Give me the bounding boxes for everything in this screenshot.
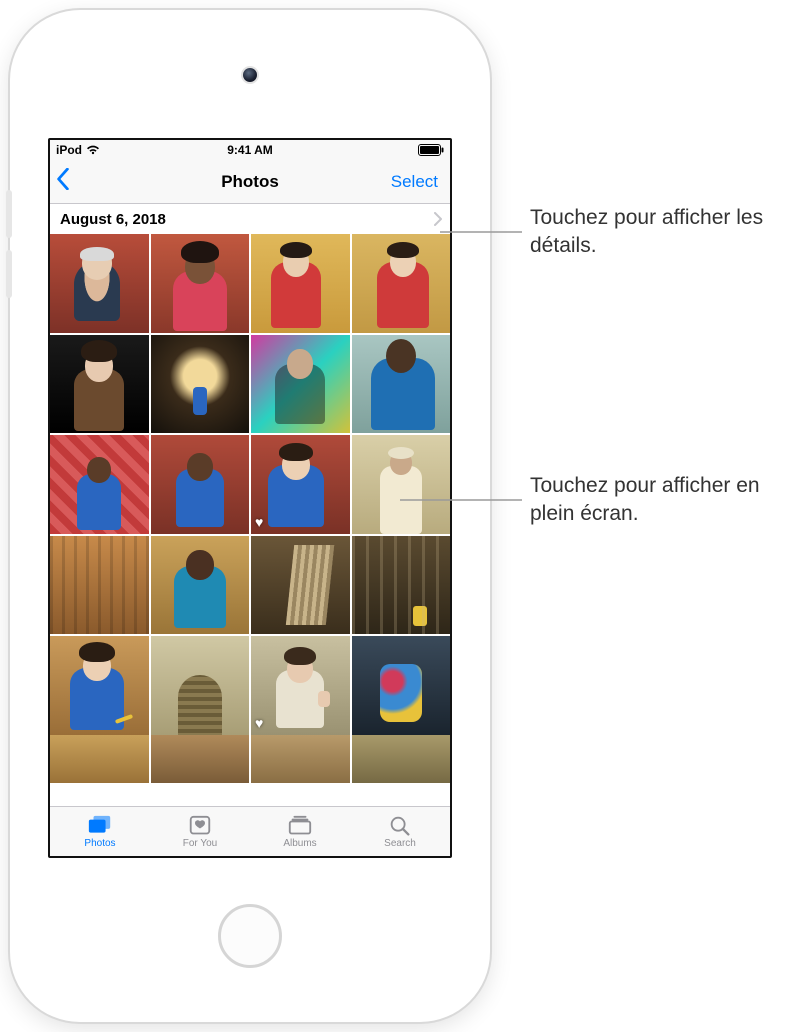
device-bezel-bottom xyxy=(10,858,490,1022)
photo-thumbnail[interactable] xyxy=(352,735,451,783)
photo-thumbnail[interactable] xyxy=(251,536,350,635)
photo-thumbnail[interactable] xyxy=(251,735,350,783)
volume-up-button xyxy=(6,190,12,238)
heart-icon: ♥ xyxy=(255,715,263,731)
tab-label: For You xyxy=(183,838,217,849)
photo-thumbnail[interactable] xyxy=(352,234,451,333)
photo-thumbnail[interactable] xyxy=(352,435,451,534)
status-bar: iPod 9:41 AM xyxy=(50,140,450,160)
tab-photos[interactable]: Photos xyxy=(50,807,150,856)
photo-grid-partial xyxy=(50,735,450,783)
nav-bar: Photos Select xyxy=(50,160,450,204)
photo-thumbnail[interactable] xyxy=(50,536,149,635)
photo-thumbnail[interactable] xyxy=(50,435,149,534)
photo-thumbnail[interactable]: ♥ xyxy=(251,435,350,534)
photo-thumbnail[interactable] xyxy=(151,636,250,735)
photo-thumbnail[interactable]: ♥ xyxy=(251,636,350,735)
photo-thumbnail[interactable] xyxy=(50,735,149,783)
photo-thumbnail[interactable] xyxy=(352,636,451,735)
chevron-left-icon xyxy=(56,168,70,195)
back-button[interactable] xyxy=(56,160,70,203)
photo-thumbnail[interactable] xyxy=(251,335,350,434)
device-bezel-top xyxy=(10,10,490,138)
select-button[interactable]: Select xyxy=(391,160,438,203)
tab-search[interactable]: Search xyxy=(350,807,450,856)
clock-label: 9:41 AM xyxy=(227,143,273,157)
photo-thumbnail[interactable] xyxy=(352,536,451,635)
photo-thumbnail[interactable] xyxy=(251,234,350,333)
tab-label: Albums xyxy=(283,838,316,849)
search-tab-icon xyxy=(387,814,413,836)
photo-thumbnail[interactable] xyxy=(151,735,250,783)
callout-details: Touchez pour afficher les détails. xyxy=(530,204,809,261)
photo-thumbnail[interactable] xyxy=(50,234,149,333)
battery-icon xyxy=(418,144,444,156)
photo-thumbnail[interactable] xyxy=(151,536,250,635)
photo-scroll-area[interactable]: August 6, 2018 ♥ xyxy=(50,204,450,806)
screen: iPod 9:41 AM Photos Select xyxy=(48,138,452,858)
photo-thumbnail[interactable] xyxy=(352,335,451,434)
tab-albums[interactable]: Albums xyxy=(250,807,350,856)
photo-thumbnail[interactable] xyxy=(50,335,149,434)
volume-down-button xyxy=(6,250,12,298)
carrier-label: iPod xyxy=(56,143,82,157)
photo-grid: ♥ ♥ xyxy=(50,234,450,735)
heart-icon: ♥ xyxy=(255,514,263,530)
photos-tab-icon xyxy=(87,814,113,836)
tab-label: Search xyxy=(384,838,416,849)
albums-tab-icon xyxy=(287,814,313,836)
photo-thumbnail[interactable] xyxy=(151,435,250,534)
callout-fullscreen: Touchez pour afficher en plein écran. xyxy=(530,472,809,529)
section-header[interactable]: August 6, 2018 xyxy=(50,204,450,234)
tab-bar: Photos For You Albums Search xyxy=(50,806,450,856)
nav-title: Photos xyxy=(221,172,279,192)
photo-thumbnail[interactable] xyxy=(151,234,250,333)
photo-thumbnail[interactable] xyxy=(50,636,149,735)
tab-for-you[interactable]: For You xyxy=(150,807,250,856)
home-button xyxy=(218,904,282,968)
section-date: August 6, 2018 xyxy=(60,211,166,228)
ipod-device-frame: iPod 9:41 AM Photos Select xyxy=(10,10,490,1022)
photo-thumbnail[interactable] xyxy=(151,335,250,434)
front-camera xyxy=(243,68,257,82)
tab-label: Photos xyxy=(84,838,115,849)
for-you-tab-icon xyxy=(187,814,213,836)
wifi-icon xyxy=(86,145,100,155)
